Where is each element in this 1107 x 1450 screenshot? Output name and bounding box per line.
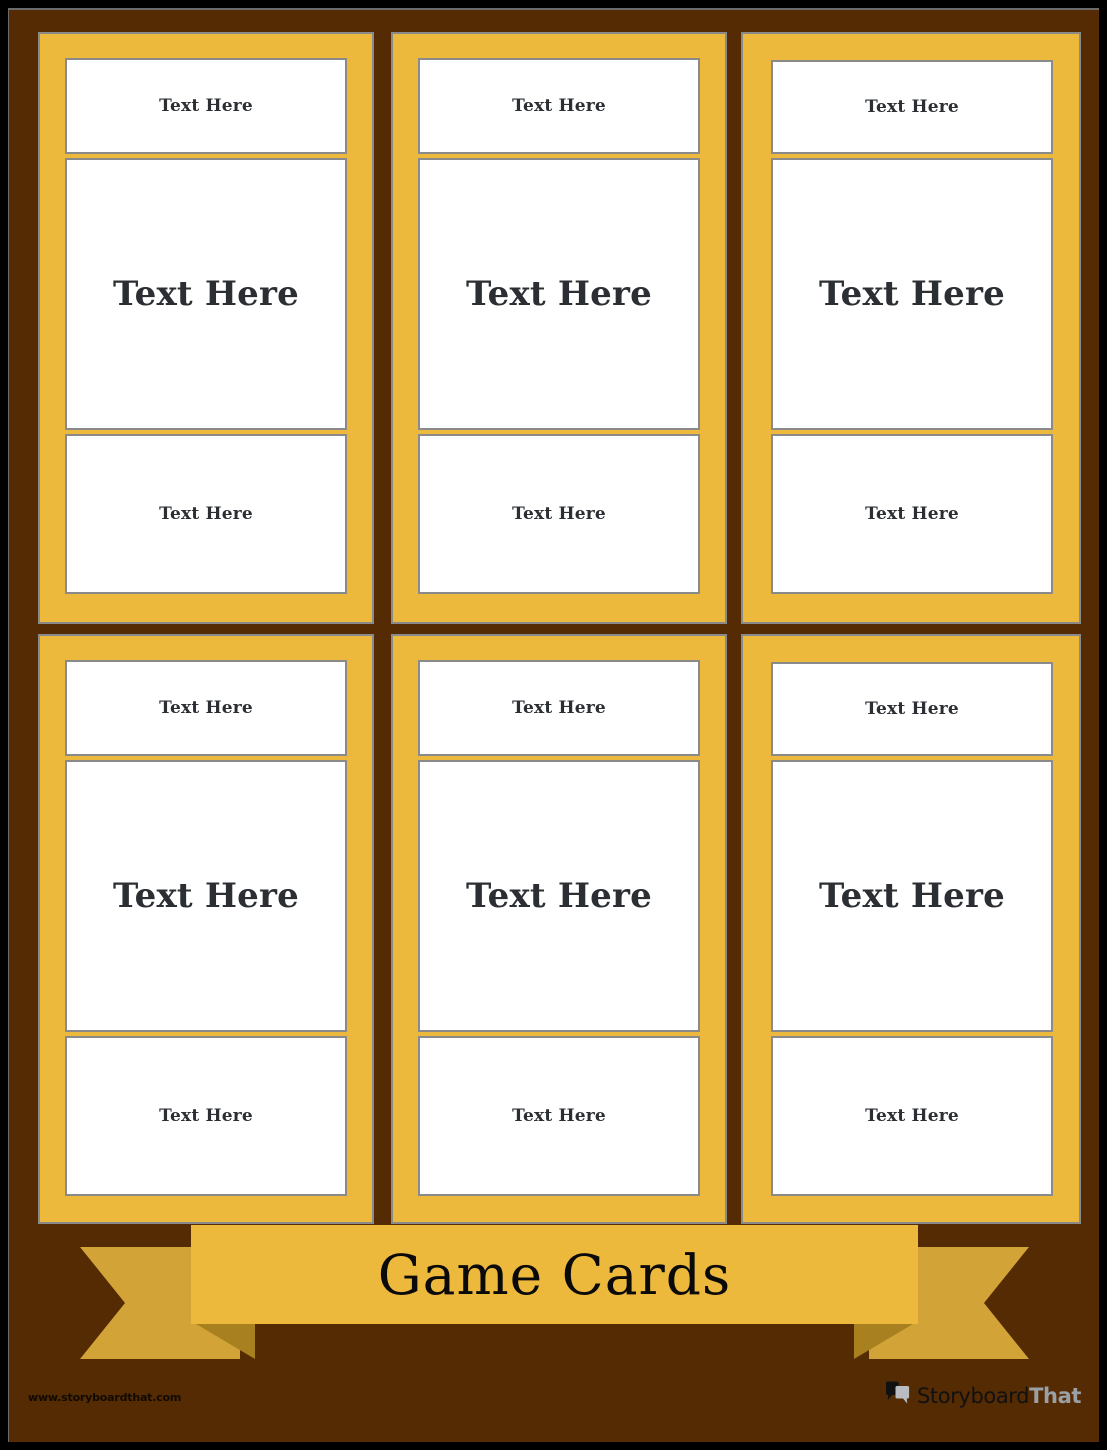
- card-3-top-panel[interactable]: Text Here: [771, 60, 1053, 154]
- storyboardthat-logo[interactable]: StoryboardThat: [885, 1381, 1081, 1410]
- card-5-top-panel[interactable]: Text Here: [418, 660, 700, 756]
- card-5-bottom-panel[interactable]: Text Here: [418, 1036, 700, 1196]
- card-1-top-panel[interactable]: Text Here: [65, 58, 347, 154]
- card-1-middle-text: Text Here: [113, 274, 299, 314]
- card-1-bottom-text: Text Here: [159, 504, 253, 524]
- card-5-top-text: Text Here: [512, 698, 606, 718]
- game-card-2[interactable]: Text Here Text Here Text Here: [391, 32, 727, 624]
- card-3-bottom-panel[interactable]: Text Here: [771, 434, 1053, 594]
- card-2-middle-text: Text Here: [466, 274, 652, 314]
- brand-secondary: That: [1029, 1383, 1081, 1408]
- card-4-middle-panel[interactable]: Text Here: [65, 760, 347, 1032]
- card-5-middle-text: Text Here: [466, 876, 652, 916]
- card-4-bottom-panel[interactable]: Text Here: [65, 1036, 347, 1196]
- ribbon-body[interactable]: Game Cards: [191, 1225, 918, 1324]
- card-6-bottom-panel[interactable]: Text Here: [771, 1036, 1053, 1196]
- speech-bubbles-icon: [885, 1381, 911, 1410]
- card-6-middle-panel[interactable]: Text Here: [771, 760, 1053, 1032]
- card-3-top-text: Text Here: [865, 97, 959, 117]
- card-2-top-panel[interactable]: Text Here: [418, 58, 700, 154]
- card-4-bottom-text: Text Here: [159, 1106, 253, 1126]
- game-cards-poster: Text Here Text Here Text Here Text Here …: [0, 0, 1107, 1450]
- game-card-6[interactable]: Text Here Text Here Text Here: [741, 634, 1081, 1224]
- brand-primary: Storyboard: [916, 1383, 1030, 1408]
- card-1-middle-panel[interactable]: Text Here: [65, 158, 347, 430]
- poster-title: Game Cards: [377, 1242, 732, 1307]
- card-4-middle-text: Text Here: [113, 876, 299, 916]
- brand-wordmark: StoryboardThat: [917, 1384, 1081, 1408]
- game-card-1[interactable]: Text Here Text Here Text Here: [38, 32, 374, 624]
- card-3-middle-panel[interactable]: Text Here: [771, 158, 1053, 430]
- card-2-bottom-panel[interactable]: Text Here: [418, 434, 700, 594]
- card-grid: Text Here Text Here Text Here Text Here …: [38, 32, 1081, 1224]
- game-card-3[interactable]: Text Here Text Here Text Here: [741, 32, 1081, 624]
- game-card-4[interactable]: Text Here Text Here Text Here: [38, 634, 374, 1224]
- card-2-bottom-text: Text Here: [512, 504, 606, 524]
- site-url[interactable]: www.storyboardthat.com: [28, 1391, 181, 1404]
- card-5-bottom-text: Text Here: [512, 1106, 606, 1126]
- card-6-bottom-text: Text Here: [865, 1106, 959, 1126]
- card-4-top-text: Text Here: [159, 698, 253, 718]
- title-ribbon: Game Cards: [80, 1225, 1029, 1360]
- card-4-top-panel[interactable]: Text Here: [65, 660, 347, 756]
- card-1-top-text: Text Here: [159, 96, 253, 116]
- poster-background: Text Here Text Here Text Here Text Here …: [8, 8, 1099, 1442]
- game-card-5[interactable]: Text Here Text Here Text Here: [391, 634, 727, 1224]
- card-2-middle-panel[interactable]: Text Here: [418, 158, 700, 430]
- card-1-bottom-panel[interactable]: Text Here: [65, 434, 347, 594]
- card-5-middle-panel[interactable]: Text Here: [418, 760, 700, 1032]
- card-6-top-text: Text Here: [865, 699, 959, 719]
- card-3-middle-text: Text Here: [819, 274, 1005, 314]
- card-3-bottom-text: Text Here: [865, 504, 959, 524]
- card-6-middle-text: Text Here: [819, 876, 1005, 916]
- card-2-top-text: Text Here: [512, 96, 606, 116]
- card-6-top-panel[interactable]: Text Here: [771, 662, 1053, 756]
